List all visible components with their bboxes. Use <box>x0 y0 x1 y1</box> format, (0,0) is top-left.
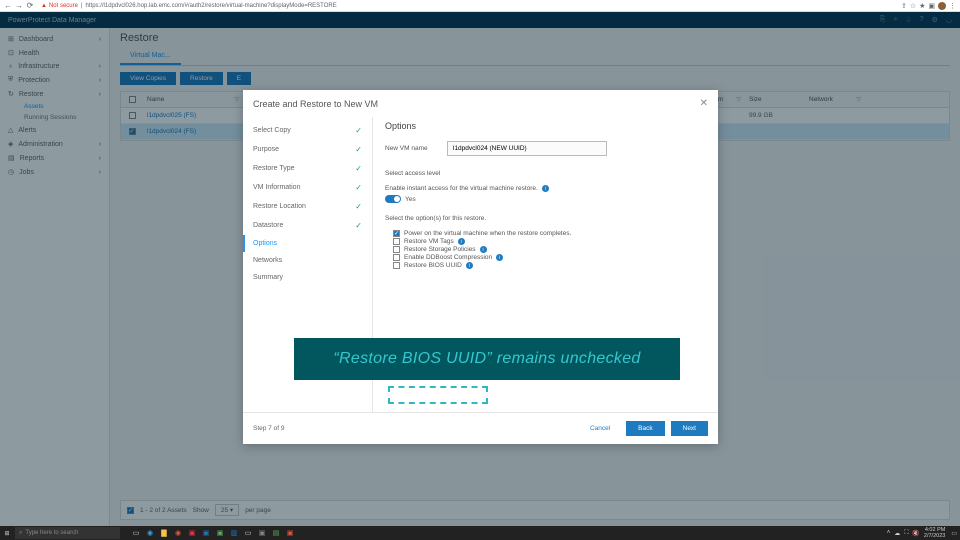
back-button[interactable]: Back <box>626 421 664 436</box>
access-level-label: Select access level <box>385 170 706 177</box>
app-icon[interactable]: ▣ <box>256 527 268 539</box>
app-icon[interactable]: ▭ <box>242 527 254 539</box>
step-options[interactable]: Options <box>243 235 372 252</box>
step-purpose[interactable]: Purpose✓ <box>243 140 372 159</box>
opt-restore-bios-uuid[interactable]: Restore BIOS UUIDi <box>385 262 706 269</box>
annotation-callout: “Restore BIOS UUID” remains unchecked <box>294 338 680 380</box>
browser-toolbar: ← → ⟳ ▲ Not secure | https://l1dpdvcl026… <box>0 0 960 12</box>
reload-icon[interactable]: ⟳ <box>26 2 34 10</box>
checkbox[interactable] <box>393 254 400 261</box>
check-icon: ✓ <box>355 221 362 230</box>
url-text: https://l1dpdvcl026.hop.lab.emc.com/#/au… <box>86 3 337 9</box>
app-icon[interactable]: ▥ <box>228 527 240 539</box>
tray-icon[interactable]: ☁ <box>894 530 900 537</box>
opt-power-on[interactable]: ✓Power on the virtual machine when the r… <box>385 230 706 237</box>
app-icon[interactable]: ▤ <box>270 527 282 539</box>
close-icon[interactable]: ✕ <box>700 98 708 109</box>
avatar-icon[interactable] <box>938 2 946 10</box>
step-vm-information[interactable]: VM Information✓ <box>243 178 372 197</box>
step-select-copy[interactable]: Select Copy✓ <box>243 121 372 140</box>
modal-title: Create and Restore to New VM <box>253 99 378 109</box>
address-bar[interactable]: ▲ Not secure | https://l1dpdvcl026.hop.l… <box>37 1 898 10</box>
notifications-icon[interactable]: ▭ <box>951 530 957 537</box>
share-icon[interactable]: ⇪ <box>901 2 907 10</box>
step-restore-location[interactable]: Restore Location✓ <box>243 197 372 216</box>
next-button[interactable]: Next <box>671 421 708 436</box>
explorer-icon[interactable]: ▇ <box>158 527 170 539</box>
app-icon[interactable]: ▣ <box>284 527 296 539</box>
checkbox[interactable] <box>393 246 400 253</box>
opt-ddboost-compression[interactable]: Enable DDBoost Compressioni <box>385 254 706 261</box>
section-heading: Options <box>385 121 706 131</box>
edge-icon[interactable]: ◉ <box>144 527 156 539</box>
step-restore-type[interactable]: Restore Type✓ <box>243 159 372 178</box>
check-icon: ✓ <box>355 164 362 173</box>
modal-footer: Step 7 of 9 Cancel Back Next <box>243 412 718 444</box>
opt-restore-tags[interactable]: Restore VM Tagsi <box>385 238 706 245</box>
cancel-button[interactable]: Cancel <box>580 421 620 436</box>
options-label: Select the option(s) for this restore. <box>385 215 706 222</box>
bookmark-icon[interactable]: ★ <box>919 2 925 10</box>
restore-wizard-modal: Create and Restore to New VM ✕ Select Co… <box>243 90 718 444</box>
checkbox[interactable]: ✓ <box>393 230 400 237</box>
opt-restore-storage-policies[interactable]: Restore Storage Policiesi <box>385 246 706 253</box>
security-badge: ▲ Not secure <box>41 3 78 9</box>
taskbar-clock[interactable]: 4:02 PM 2/7/2023 <box>924 527 947 539</box>
check-icon: ✓ <box>355 183 362 192</box>
instant-access-toggle[interactable] <box>385 195 401 203</box>
forward-icon[interactable]: → <box>15 2 23 10</box>
step-indicator: Step 7 of 9 <box>253 425 284 432</box>
vm-name-label: New VM name <box>385 145 435 152</box>
check-icon: ✓ <box>355 202 362 211</box>
volume-icon[interactable]: 🔇 <box>912 530 919 537</box>
tray-chevron-icon[interactable]: ˄ <box>887 530 891 536</box>
step-summary[interactable]: Summary <box>243 269 372 286</box>
app-icon[interactable]: ▣ <box>200 527 212 539</box>
chrome-icon[interactable]: ◉ <box>172 527 184 539</box>
check-icon: ✓ <box>355 145 362 154</box>
browser-actions: ⇪ ☆ ★ ▣ ⋮ <box>901 2 956 10</box>
step-networks[interactable]: Networks <box>243 252 372 269</box>
kebab-icon[interactable]: ⋮ <box>949 2 956 10</box>
app-icon[interactable]: ▣ <box>214 527 226 539</box>
check-icon: ✓ <box>355 126 362 135</box>
back-icon[interactable]: ← <box>4 2 12 10</box>
info-icon[interactable]: i <box>458 238 465 245</box>
task-view-icon[interactable]: ▭ <box>130 527 142 539</box>
step-datastore[interactable]: Datastore✓ <box>243 216 372 235</box>
info-icon[interactable]: i <box>480 246 487 253</box>
puzzle-icon[interactable]: ▣ <box>928 2 935 10</box>
star-icon[interactable]: ☆ <box>910 2 916 10</box>
checkbox[interactable] <box>393 238 400 245</box>
info-icon[interactable]: i <box>466 262 473 269</box>
vm-name-input[interactable] <box>447 141 607 156</box>
app-icon[interactable]: ▣ <box>186 527 198 539</box>
info-icon[interactable]: i <box>542 185 549 192</box>
tray-icon[interactable]: ⛶ <box>904 530 908 537</box>
taskbar-search[interactable]: ⌕ Type here to search <box>15 527 120 539</box>
start-button[interactable]: ⊞ <box>0 526 14 540</box>
checkbox[interactable] <box>393 262 400 269</box>
windows-taskbar: ⊞ ⌕ Type here to search ▭ ◉ ▇ ◉ ▣ ▣ ▣ ▥ … <box>0 526 960 540</box>
info-icon[interactable]: i <box>496 254 503 261</box>
